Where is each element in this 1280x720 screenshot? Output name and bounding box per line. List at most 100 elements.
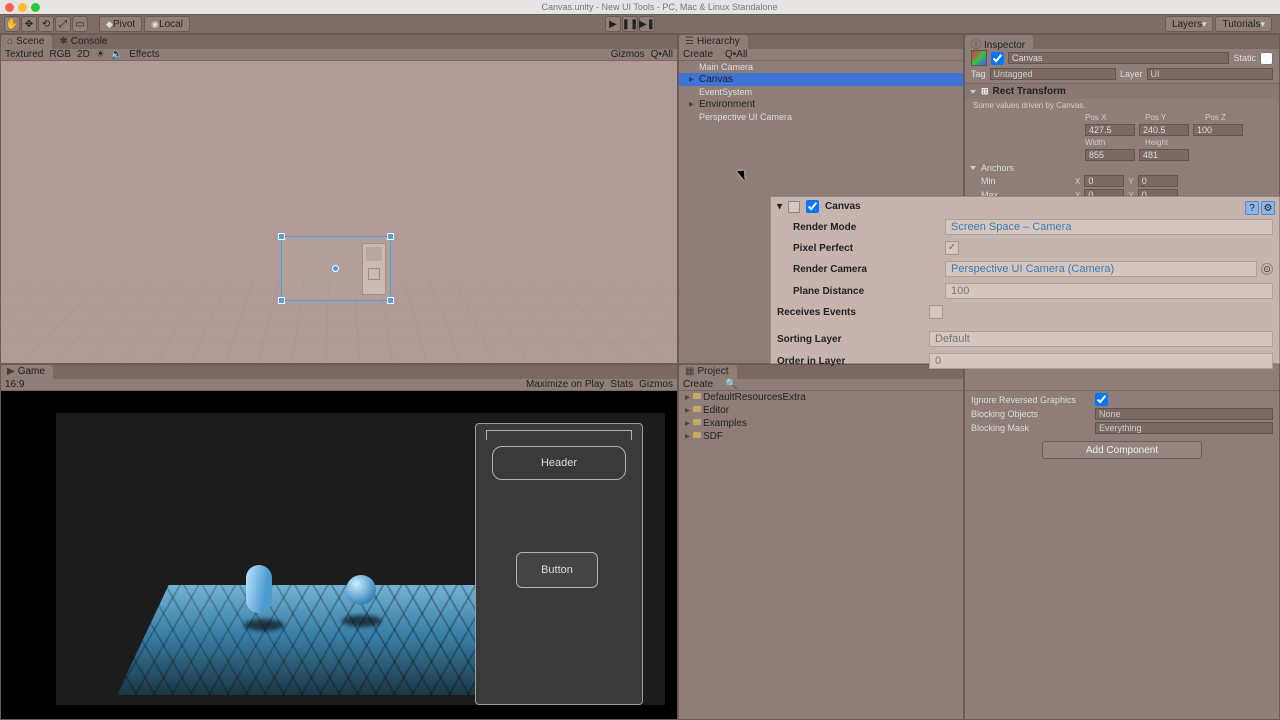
layer-dropdown[interactable]: UI xyxy=(1147,68,1273,80)
project-folder[interactable]: ▸Examples xyxy=(679,417,963,430)
pivot-handle[interactable] xyxy=(332,265,339,272)
add-component-button[interactable]: Add Component xyxy=(1042,441,1202,459)
project-folder[interactable]: ▸SDF xyxy=(679,430,963,443)
scene-viewport[interactable] xyxy=(1,61,677,363)
tab-scene[interactable]: ⌂Scene xyxy=(1,35,52,49)
width-field[interactable] xyxy=(1085,149,1135,161)
aspect-dropdown[interactable]: 16:9 xyxy=(5,379,24,390)
canvas-gizmo[interactable] xyxy=(281,236,391,301)
project-create[interactable]: Create xyxy=(683,379,713,390)
tag-dropdown[interactable]: Untagged xyxy=(990,68,1116,80)
hierarchy-item-selected[interactable]: ▸Canvas xyxy=(679,73,963,86)
hierarchy-create[interactable]: Create xyxy=(683,49,713,60)
hierarchy-search[interactable]: Q•All xyxy=(725,49,747,60)
rotate-tool[interactable]: ⟲ xyxy=(38,16,54,32)
rect-transform-header[interactable]: ⊞ Rect Transform xyxy=(965,83,1279,99)
object-picker-icon[interactable]: ⊙ xyxy=(1261,263,1273,275)
hierarchy-item[interactable]: Main Camera xyxy=(679,61,963,73)
render-camera-field[interactable]: Perspective UI Camera (Camera) xyxy=(945,261,1257,277)
anchor-min-x[interactable] xyxy=(1084,175,1124,187)
game-render: Header Button xyxy=(56,413,665,705)
scene-subbar: Textured RGB 2D ☀ 🔈 Effects Gizmos Q•All xyxy=(1,49,677,61)
name-field[interactable] xyxy=(1008,52,1229,64)
ui-card-gizmo xyxy=(362,243,386,295)
gizmos-dropdown[interactable]: Gizmos xyxy=(611,49,645,60)
project-list: ▸DefaultResourcesExtra ▸Editor ▸Examples… xyxy=(679,391,963,443)
pause-button[interactable]: ❚❚ xyxy=(622,16,638,32)
render-mode-dropdown[interactable]: Screen Space – Camera xyxy=(945,219,1273,235)
tab-project[interactable]: ▦Project xyxy=(679,365,737,379)
hand-tool[interactable]: ✋ xyxy=(4,16,20,32)
move-tool[interactable]: ✥ xyxy=(21,16,37,32)
height-field[interactable] xyxy=(1139,149,1189,161)
2d-toggle[interactable]: 2D xyxy=(77,49,90,60)
project-folder[interactable]: ▸Editor xyxy=(679,404,963,417)
static-checkbox[interactable] xyxy=(1260,52,1273,65)
effects-dropdown[interactable]: Effects xyxy=(129,49,159,60)
close-dot[interactable] xyxy=(5,3,14,12)
scale-tool[interactable]: ⤢ xyxy=(55,16,71,32)
game-gizmos[interactable]: Gizmos xyxy=(639,379,673,390)
sorting-layer-dropdown[interactable]: Default xyxy=(929,331,1273,347)
gameobject-icon xyxy=(971,50,987,66)
anchor-min-y[interactable] xyxy=(1138,175,1178,187)
project-folder[interactable]: ▸DefaultResourcesExtra xyxy=(679,391,963,404)
rect-driven-note: Some values driven by Canvas. xyxy=(965,99,1279,112)
blocking-mask-dropdown[interactable]: Everything xyxy=(1095,422,1273,434)
layers-dropdown[interactable]: Layers ▾ xyxy=(1165,16,1214,32)
pivot-toggle[interactable]: ◆ Pivot xyxy=(99,16,142,32)
mac-titlebar: Canvas.unity - New UI Tools - PC, Mac & … xyxy=(0,0,1280,14)
sphere-mesh xyxy=(346,575,376,605)
game-subbar: 16:9 Maximize on Play Stats Gizmos xyxy=(1,379,677,391)
posy-field[interactable] xyxy=(1139,124,1189,136)
game-viewport: Header Button xyxy=(1,391,677,719)
inspector-panel: ⓘInspector Static Tag Untagged Layer UI … xyxy=(964,34,1280,720)
play-button[interactable]: ▶ xyxy=(605,16,621,32)
stats-toggle[interactable]: Stats xyxy=(610,379,633,390)
local-toggle[interactable]: ◉ Local xyxy=(144,16,190,32)
scene-panel: ⌂Scene ✱Console Textured RGB 2D ☀ 🔈 Effe… xyxy=(0,34,678,364)
tab-game[interactable]: ▶Game xyxy=(1,365,53,379)
active-checkbox[interactable] xyxy=(991,52,1004,65)
canvas-component-zoom: ?⚙ ▸ Canvas Render ModeScreen Space – Ca… xyxy=(770,196,1280,364)
help-icon[interactable]: ? xyxy=(1245,201,1259,215)
plane-distance-field[interactable]: 100 xyxy=(945,283,1273,299)
card-button[interactable]: Button xyxy=(516,552,598,588)
pixel-perfect-checkbox[interactable] xyxy=(945,241,959,255)
canvas-icon xyxy=(788,201,800,213)
gear-icon[interactable]: ⚙ xyxy=(1261,201,1275,215)
hierarchy-item[interactable]: EventSystem xyxy=(679,86,963,98)
ui-card: Header Button xyxy=(475,423,643,705)
posx-field[interactable] xyxy=(1085,124,1135,136)
layout-dropdown[interactable]: Tutorials ▾ xyxy=(1215,16,1272,32)
static-label: Static xyxy=(1233,53,1256,63)
posz-field[interactable] xyxy=(1193,124,1243,136)
capsule-mesh xyxy=(246,565,272,613)
ignore-reversed-checkbox[interactable] xyxy=(1095,393,1108,406)
project-panel: ▦Project Create 🔍 ▸DefaultResourcesExtra… xyxy=(678,364,964,720)
shading-dropdown[interactable]: Textured xyxy=(5,49,43,60)
max-on-play[interactable]: Maximize on Play xyxy=(526,379,604,390)
rgb-dropdown[interactable]: RGB xyxy=(49,49,71,60)
receives-events-checkbox[interactable] xyxy=(929,305,943,319)
hierarchy-item[interactable]: ▸Environment xyxy=(679,98,963,111)
tab-console[interactable]: ✱Console xyxy=(53,35,115,49)
game-panel: ▶Game 16:9 Maximize on Play Stats Gizmos… xyxy=(0,364,678,720)
blocking-objects-dropdown[interactable]: None xyxy=(1095,408,1273,420)
hierarchy-list: Main Camera ▸Canvas EventSystem ▸Environ… xyxy=(679,61,963,123)
step-button[interactable]: ▶❚ xyxy=(639,16,655,32)
canvas-enabled-checkbox[interactable] xyxy=(806,200,819,213)
project-search[interactable]: 🔍 xyxy=(725,379,737,390)
main-toolbar: ✋ ✥ ⟲ ⤢ ▭ ◆ Pivot ◉ Local ▶ ❚❚ ▶❚ Layers… xyxy=(0,14,1280,34)
light-toggle[interactable]: ☀ xyxy=(96,49,105,60)
scene-search[interactable]: Q•All xyxy=(651,49,673,60)
zoom-dot[interactable] xyxy=(31,3,40,12)
tab-inspector[interactable]: ⓘInspector xyxy=(965,35,1033,49)
audio-toggle[interactable]: 🔈 xyxy=(111,49,123,60)
rect-tool[interactable]: ▭ xyxy=(72,16,88,32)
window-title: Canvas.unity - New UI Tools - PC, Mac & … xyxy=(44,2,1275,12)
tab-hierarchy[interactable]: ☰Hierarchy xyxy=(679,35,748,49)
order-in-layer-field[interactable]: 0 xyxy=(929,353,1273,369)
hierarchy-item[interactable]: Perspective UI Camera xyxy=(679,111,963,123)
min-dot[interactable] xyxy=(18,3,27,12)
